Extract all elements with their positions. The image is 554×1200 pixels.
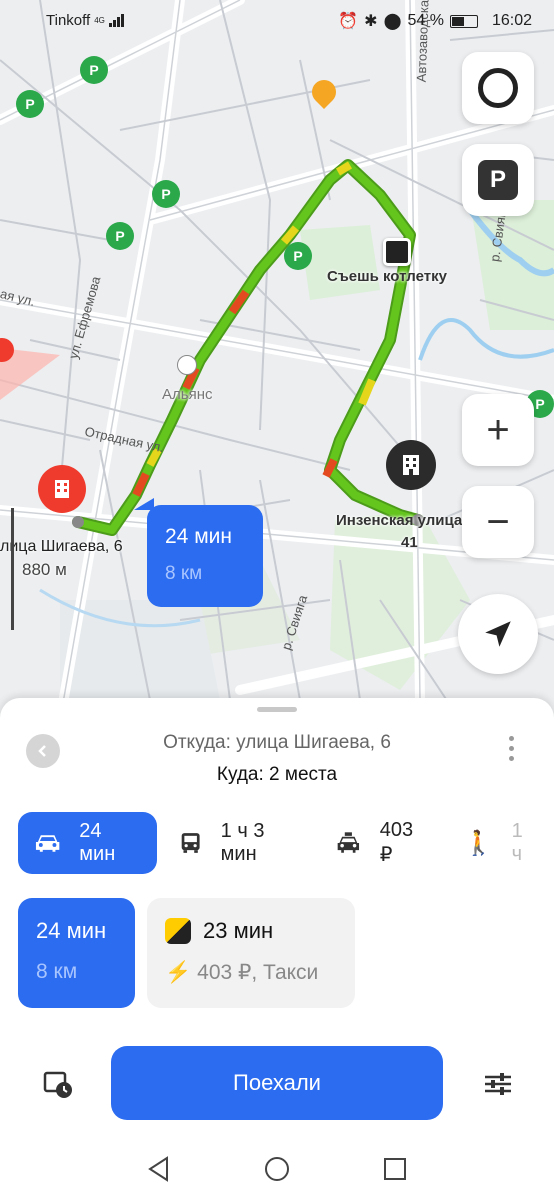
- network-type: 4G: [94, 16, 105, 25]
- route-bubble-time: 24 мин: [165, 525, 232, 548]
- origin-address-label: лица Шигаева, 6: [0, 538, 123, 555]
- alice-icon: [478, 68, 518, 108]
- parking-poi-icon[interactable]: P: [152, 180, 180, 208]
- route-from[interactable]: Откуда: улица Шигаева, 6: [0, 732, 554, 754]
- map-view[interactable]: P P P P P P Съешь котлетку Альянс Инзенс…: [0, 0, 554, 720]
- route-settings-button[interactable]: [478, 1064, 518, 1104]
- taxi-icon: [337, 832, 360, 853]
- parking-poi-icon[interactable]: P: [284, 242, 312, 270]
- route-bottom-sheet[interactable]: Откуда: улица Шигаева, 6 Куда: 2 места 2…: [0, 698, 554, 1138]
- nav-home-button[interactable]: [262, 1154, 292, 1184]
- nav-recents-button[interactable]: [380, 1154, 410, 1184]
- mode-taxi-tab[interactable]: 403 ₽: [319, 812, 442, 874]
- parking-poi-icon[interactable]: P: [80, 56, 108, 84]
- location-icon: ⬤: [383, 13, 402, 30]
- route-to[interactable]: Куда: 2 места: [0, 764, 554, 786]
- circle-home-icon: [265, 1157, 289, 1181]
- minus-icon: −: [486, 500, 510, 544]
- shop-poi-icon[interactable]: [177, 355, 197, 375]
- status-bar: Tinkoff 4G ⏰ ✱ ⬤ 54 % 16:02: [0, 0, 554, 42]
- parking-button[interactable]: P: [462, 144, 534, 216]
- origin-marker-icon[interactable]: [38, 465, 86, 513]
- route-time-bubble[interactable]: 24 мин 8 км: [147, 505, 263, 607]
- route-bubble-distance: 8 км: [165, 563, 203, 584]
- more-options-button[interactable]: [506, 736, 516, 766]
- system-nav-bar: [0, 1138, 554, 1200]
- square-recents-icon: [384, 1158, 406, 1180]
- route-card-taxi-price: 403 ₽, Такси: [197, 961, 319, 984]
- bus-icon: [182, 833, 200, 853]
- route-variant-cards: 24 мин 8 км 23 мин ⚡ 403 ₽, Такси: [18, 898, 355, 1008]
- poi-label-restaurant: Съешь котлетку: [327, 268, 447, 285]
- plus-icon: +: [486, 408, 510, 452]
- route-bubble-tail: [134, 498, 154, 510]
- nav-back-button[interactable]: [144, 1154, 174, 1184]
- navigation-arrow-icon: [485, 621, 511, 647]
- battery-icon: [449, 14, 478, 28]
- go-button[interactable]: Поехали: [111, 1046, 443, 1120]
- sliders-icon: [485, 1073, 511, 1095]
- carrier-name: Tinkoff: [46, 12, 91, 29]
- clock: 16:02: [491, 12, 532, 29]
- distance-scale-bar: [11, 508, 14, 630]
- mode-transit-tab[interactable]: 1 ч 3 мин: [163, 812, 313, 874]
- mode-walk-label: 1 ч: [511, 820, 523, 865]
- car-icon: [35, 835, 60, 852]
- parking-icon: P: [478, 160, 518, 200]
- calendar-clock-icon: [43, 1071, 72, 1098]
- mode-car-label: 24 мин: [79, 820, 116, 865]
- yandex-taxi-logo-icon: [165, 918, 191, 944]
- route-card-car-distance: 8 км: [36, 960, 78, 983]
- mode-walk-tab[interactable]: 🚶 1 ч: [448, 812, 548, 874]
- parking-poi-icon[interactable]: P: [16, 90, 44, 118]
- poi-label-shop: Альянс: [162, 386, 213, 403]
- mode-taxi-label: 403 ₽: [379, 819, 414, 866]
- restaurant-marker-icon[interactable]: [383, 238, 411, 266]
- alice-button[interactable]: [462, 52, 534, 124]
- mode-car-tab[interactable]: 24 мин: [18, 812, 158, 874]
- zoom-out-button[interactable]: −: [462, 486, 534, 558]
- alarm-icon: ⏰: [338, 13, 359, 30]
- route-card-car[interactable]: 24 мин 8 км: [18, 898, 135, 1008]
- destination-address-label: Инзенская улица: [336, 512, 463, 529]
- mode-transit-label: 1 ч 3 мин: [220, 820, 265, 865]
- bluetooth-icon: ✱: [364, 13, 378, 30]
- walk-icon: 🚶: [463, 829, 494, 857]
- transport-mode-tabs: 24 мин 1 ч 3 мин 403 ₽ 🚶 1 ч: [18, 812, 554, 874]
- action-row: Поехали: [0, 1046, 554, 1120]
- sheet-grabber[interactable]: [257, 707, 297, 712]
- battery-percent: 54 %: [407, 12, 444, 29]
- origin-distance-label: 880 м: [22, 560, 67, 579]
- lightning-icon: ⚡: [165, 960, 192, 984]
- zoom-in-button[interactable]: +: [462, 394, 534, 466]
- parking-poi-icon[interactable]: P: [106, 222, 134, 250]
- triangle-back-icon: [148, 1156, 168, 1182]
- route-card-car-time: 24 мин: [36, 918, 107, 943]
- locate-me-button[interactable]: [458, 594, 538, 674]
- destination-building-marker-icon[interactable]: [386, 440, 436, 490]
- route-card-taxi[interactable]: 23 мин ⚡ 403 ₽, Такси: [147, 898, 355, 1008]
- departure-time-button[interactable]: [38, 1064, 78, 1104]
- signal-icon: [108, 14, 125, 27]
- route-card-taxi-time: 23 мин: [203, 918, 274, 943]
- destination-number-label: 41: [401, 534, 418, 551]
